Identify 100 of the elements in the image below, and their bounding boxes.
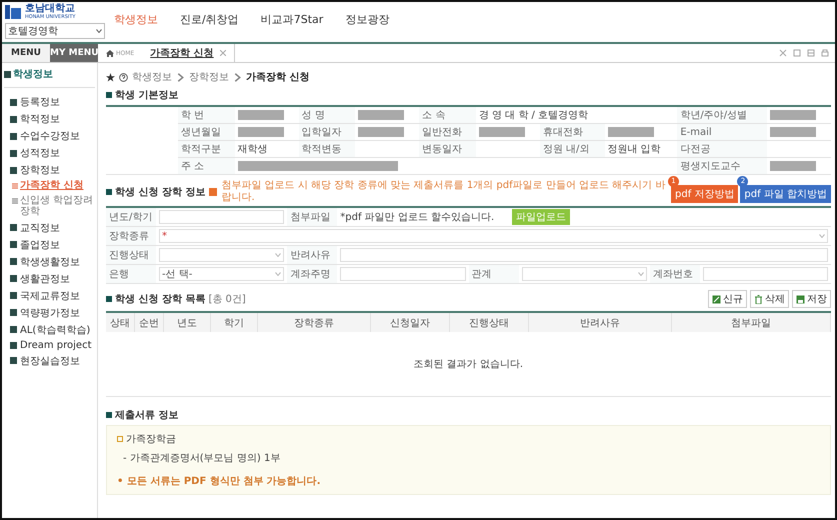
document-group: 가족장학금 (126, 432, 176, 446)
column-header: 순번 (134, 312, 164, 332)
section-title: 학생 신청 장학 정보 (115, 186, 206, 198)
menu-tab[interactable]: MENU (2, 44, 50, 62)
field-label: 학년/주야/성별 (677, 106, 767, 124)
field-label: 장학종류 (106, 226, 156, 246)
sidebar-item[interactable]: 역량평가정보 (20, 306, 80, 320)
section-icon (106, 188, 112, 194)
breadcrumb-item[interactable]: 학생정보 (132, 70, 172, 84)
warning-icon (209, 188, 218, 196)
notice-text: 첨부파일 업로드 시 해당 장학 종류에 맞는 제출서류를 1개의 pdf파일로 만들어 업로드 해주시기 바랍니다. (221, 180, 666, 203)
column-header: 상태 (106, 312, 134, 332)
select-field[interactable]: * (159, 229, 828, 243)
field-label: 주 소 (178, 158, 235, 174)
empty-message: 조회된 결과가 없습니다. (413, 359, 524, 370)
chevron-icon (233, 72, 242, 82)
nav-item[interactable]: 학생정보 (114, 12, 158, 26)
nav-item[interactable]: 정보광장 (345, 12, 390, 26)
field-label: 학 번 (178, 106, 235, 124)
select-field[interactable] (522, 267, 647, 281)
list-icon (12, 198, 18, 204)
input-field[interactable] (340, 248, 828, 262)
sidebar-item[interactable]: 학적정보 (20, 112, 60, 126)
field-label: 변동일자 (419, 140, 476, 158)
caret-icon (819, 234, 825, 238)
column-header: 진행상태 (450, 312, 528, 332)
section-title: 학생 신청 장학 목록 (115, 293, 206, 306)
star-icon[interactable] (106, 72, 115, 82)
list-icon (12, 183, 18, 189)
sidebar-item[interactable]: Dream project (20, 340, 92, 350)
print-icon[interactable] (821, 49, 829, 57)
breadcrumb-item[interactable]: 장학정보 (189, 70, 229, 84)
field-label: 학적구분 (178, 140, 235, 158)
bullet-icon (117, 436, 123, 442)
column-header: 신청일자 (370, 312, 450, 332)
field-label: 진행상태 (106, 246, 156, 264)
column-header: 첨부파일 (672, 312, 830, 332)
caret-icon (638, 272, 644, 276)
column-header: 반려사유 (528, 312, 672, 332)
page-tab[interactable]: 가족장학 신청 (150, 46, 214, 60)
select-field[interactable]: -선 택- (159, 267, 284, 281)
file-note: *pdf 파일만 업로드 할수있습니다. (340, 212, 494, 223)
field-value: 정원내 입학 (608, 144, 661, 155)
nav-item[interactable]: 비교과7Star (260, 12, 324, 26)
section-icon (106, 296, 112, 302)
field-label: E-mail (677, 124, 767, 140)
window-icon[interactable] (793, 49, 801, 57)
trash-icon (754, 294, 763, 304)
sidebar-item[interactable]: 등록정보 (20, 95, 60, 109)
field-label: 은행 (106, 264, 156, 284)
sidebar-item[interactable]: 졸업정보 (20, 238, 60, 252)
field-label: 계좌주명 (287, 264, 338, 284)
split-icon[interactable] (807, 49, 815, 57)
home-icon (106, 50, 114, 56)
field-value: 경 영 대 학 / 호텔경영학 (478, 110, 588, 121)
department-select[interactable]: 호텔경영학 (5, 23, 105, 39)
caret-icon (96, 29, 102, 33)
column-header: 학기 (210, 312, 258, 332)
nav-item[interactable]: 진로/취창업 (180, 12, 239, 26)
section-icon (106, 92, 112, 98)
save-icon (796, 294, 805, 304)
field-label: 년도/학기 (106, 207, 156, 226)
caret-icon (275, 272, 282, 276)
help-button[interactable]: pdf 파일 합치방법 (740, 184, 831, 202)
field-label: 계좌번호 (650, 264, 700, 284)
input-field[interactable] (340, 267, 466, 281)
help-icon[interactable] (119, 72, 128, 82)
input-field[interactable] (702, 267, 828, 281)
close-icon[interactable] (220, 50, 226, 56)
toolbar-button[interactable]: 삭제 (750, 290, 789, 308)
section-icon (106, 412, 112, 418)
sidebar-item[interactable]: 성적정보 (20, 146, 60, 160)
chevron-icon (176, 72, 185, 82)
sidebar-item[interactable]: 현장실습정보 (20, 354, 80, 368)
field-label: 휴대전화 (540, 124, 605, 140)
sidebar-item[interactable]: 생활관정보 (20, 272, 70, 286)
field-value: 재학생 (238, 144, 268, 155)
toolbar-button[interactable]: 저장 (792, 290, 831, 308)
field-label: 입학일자 (298, 124, 356, 140)
toolbar-button[interactable]: 신규 (708, 290, 747, 308)
sidebar-item[interactable]: 학생생활정보 (20, 254, 80, 268)
select-field[interactable] (159, 248, 284, 262)
sidebar-item[interactable]: 수업수강정보 (20, 129, 80, 143)
input-field[interactable] (159, 210, 284, 224)
section-title: 학생 기본정보 (115, 89, 178, 102)
menu-tab[interactable]: MY MENU (50, 44, 98, 62)
sidebar-title[interactable]: 학생정보 (13, 67, 53, 81)
field-label: 정원 내/외 (540, 140, 605, 158)
sidebar-item[interactable]: AL(학습력학습) (20, 322, 90, 336)
field-label: 반려사유 (287, 246, 338, 264)
sidebar-item[interactable]: 국제교류정보 (20, 288, 80, 302)
document-item: - 가족관계증명서(부모님 명의) 1부 (122, 452, 282, 465)
field-label: 성 명 (298, 106, 356, 124)
close-icon[interactable] (779, 49, 787, 57)
sidebar-item[interactable]: 교직정보 (20, 220, 60, 234)
logo-icon (5, 5, 21, 19)
field-label: 생년월일 (178, 124, 235, 140)
field-label: 다전공 (677, 140, 767, 158)
sidebar-subitem[interactable]: 신입생 학업장려장학 (20, 194, 95, 218)
sidebar-item[interactable]: 장학정보 (20, 163, 60, 177)
